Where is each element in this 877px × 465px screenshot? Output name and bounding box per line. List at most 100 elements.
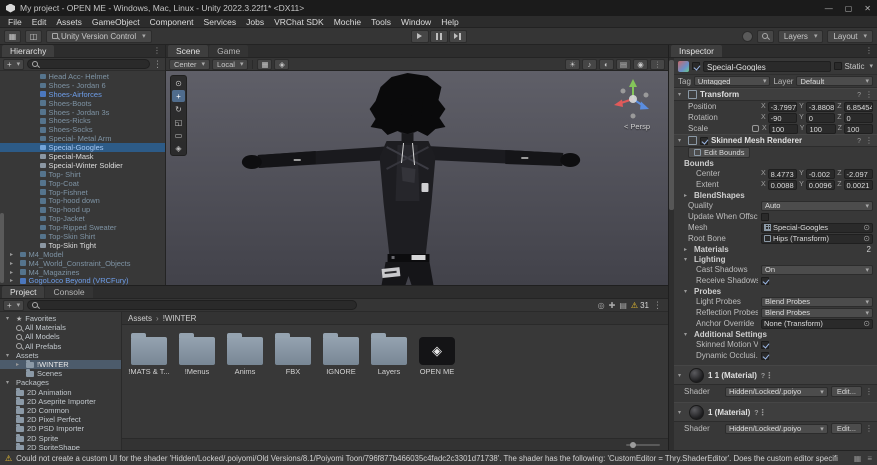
tab-scene[interactable]: Scene bbox=[168, 45, 209, 57]
skinned-motion-checkbox[interactable] bbox=[761, 340, 769, 349]
project-asset[interactable]: FBX bbox=[270, 331, 316, 376]
hierarchy-item[interactable]: M4_Model bbox=[0, 250, 165, 259]
camera-settings-icon[interactable]: ◉ bbox=[633, 58, 648, 70]
packages-header[interactable]: Packages bbox=[0, 378, 121, 387]
component-menu-icon[interactable] bbox=[865, 90, 873, 99]
help-icon[interactable] bbox=[857, 90, 861, 99]
inspector-menu-icon[interactable] bbox=[865, 46, 873, 55]
position-x-field[interactable]: -3.7997 bbox=[767, 101, 798, 112]
hierarchy-item[interactable]: M4_World_Constraint_Objects bbox=[0, 259, 165, 268]
hierarchy-item[interactable]: Top-Skin Shirt bbox=[0, 232, 165, 241]
project-menu-icon[interactable] bbox=[653, 300, 662, 311]
account-avatar[interactable] bbox=[741, 30, 753, 42]
menu-item[interactable]: Jobs bbox=[241, 17, 269, 27]
console-warning-badge[interactable]: ⚠ 31 bbox=[631, 301, 649, 310]
project-asset[interactable]: OPEN ME bbox=[414, 331, 460, 376]
project-asset[interactable]: IGNORE bbox=[318, 331, 364, 376]
additional-settings-foldout[interactable]: Additional Settings bbox=[674, 329, 877, 339]
foldout-icon[interactable] bbox=[684, 288, 691, 295]
view-tool-button[interactable]: ⊙ bbox=[172, 77, 185, 89]
rotation-x-field[interactable]: -90 bbox=[767, 112, 798, 123]
center-y-field[interactable]: -0.002 bbox=[805, 168, 836, 179]
foldout-icon[interactable] bbox=[678, 91, 685, 98]
rect-tool-button[interactable]: ▭ bbox=[172, 129, 185, 141]
hierarchy-item[interactable]: Top-Ripped Sweater bbox=[0, 223, 165, 232]
grid-snapping-icon[interactable]: ▦ bbox=[257, 58, 273, 70]
hierarchy-item[interactable]: Top- Shirt bbox=[0, 170, 165, 179]
project-asset[interactable]: Anims bbox=[222, 331, 268, 376]
reflection-probes-dropdown[interactable]: Blend Probes bbox=[761, 307, 873, 318]
transform-component-header[interactable]: Transform bbox=[674, 88, 877, 101]
gameobject-name-field[interactable]: Special-Googles bbox=[703, 60, 832, 72]
quality-dropdown[interactable]: Auto bbox=[761, 200, 873, 211]
tab-project[interactable]: Project bbox=[2, 286, 45, 298]
favorites-item[interactable]: All Models bbox=[0, 332, 121, 341]
hierarchy-item[interactable]: Top-Fishnet bbox=[0, 188, 165, 197]
expand-arrow-icon[interactable] bbox=[10, 260, 17, 267]
breadcrumb-root[interactable]: Assets bbox=[128, 314, 152, 323]
menu-item[interactable]: VRChat SDK bbox=[269, 17, 329, 27]
hierarchy-item[interactable]: Shoes-Socks bbox=[0, 125, 165, 134]
perspective-label[interactable]: < Persp bbox=[624, 122, 650, 131]
foldout-icon[interactable] bbox=[684, 256, 691, 263]
scene-orientation-gizmo[interactable] bbox=[610, 76, 656, 122]
rotate-tool-button[interactable]: ↻ bbox=[172, 103, 185, 115]
position-z-field[interactable]: 6.85454 bbox=[843, 101, 873, 112]
package-item[interactable]: 2D Pixel Perfect bbox=[0, 415, 121, 424]
package-item[interactable]: 2D Sprite bbox=[0, 433, 121, 443]
transform-tool-button[interactable]: ◈ bbox=[172, 142, 185, 154]
rotation-z-field[interactable]: 0 bbox=[843, 112, 873, 123]
static-checkbox[interactable] bbox=[834, 62, 843, 70]
audio-toggle-icon[interactable]: ♪ bbox=[582, 58, 597, 70]
favorites-header[interactable]: Favorites bbox=[0, 314, 121, 323]
menu-item[interactable]: Component bbox=[145, 17, 199, 27]
move-tool-button[interactable]: + bbox=[172, 90, 185, 102]
breadcrumb-current[interactable]: !WINTER bbox=[163, 314, 197, 323]
shader-menu-icon[interactable] bbox=[865, 387, 873, 396]
expand-arrow-icon[interactable] bbox=[10, 277, 17, 284]
foldout-icon[interactable] bbox=[6, 352, 13, 359]
pivot-dropdown[interactable]: Center bbox=[169, 58, 211, 70]
extent-y-field[interactable]: 0.0096 bbox=[805, 179, 836, 190]
layer-dropdown[interactable]: Default bbox=[796, 76, 874, 86]
menu-item[interactable]: Tools bbox=[366, 17, 396, 27]
package-item[interactable]: 2D PSD Importer bbox=[0, 424, 121, 433]
hierarchy-item[interactable]: Shoes-Ricks bbox=[0, 116, 165, 125]
foldout-icon[interactable] bbox=[678, 409, 685, 416]
component-menu-icon[interactable] bbox=[865, 136, 873, 145]
scale-y-field[interactable]: 100 bbox=[806, 123, 836, 134]
hierarchy-item[interactable]: GogoLoco Beyond (VRCFury) bbox=[0, 276, 165, 285]
receive-shadows-checkbox[interactable] bbox=[761, 276, 769, 285]
object-picker-icon[interactable] bbox=[863, 320, 870, 328]
center-x-field[interactable]: 8.4773 bbox=[767, 168, 798, 179]
favorites-item[interactable]: All Materials bbox=[0, 323, 121, 332]
component-menu-icon[interactable] bbox=[765, 371, 773, 380]
project-asset[interactable]: Layers bbox=[366, 331, 412, 376]
snap-magnet-icon[interactable]: ◈ bbox=[274, 58, 290, 70]
hierarchy-item[interactable]: Top-Skin Tight bbox=[0, 241, 165, 250]
project-asset[interactable]: !MATS & T... bbox=[126, 331, 172, 376]
material-header[interactable]: 1 1 (Material) bbox=[674, 365, 877, 385]
saved-search-icon[interactable]: ▤ bbox=[619, 301, 627, 310]
account-icon[interactable]: ◫ bbox=[25, 29, 42, 43]
pause-button[interactable] bbox=[429, 29, 448, 43]
hierarchy-item[interactable]: Shoes-Airforces bbox=[0, 90, 165, 99]
scale-x-field[interactable]: 100 bbox=[768, 123, 798, 134]
hierarchy-item[interactable]: Shoes-Boots bbox=[0, 99, 165, 108]
menu-item[interactable]: Edit bbox=[27, 17, 52, 27]
package-item[interactable]: 2D SpriteShape bbox=[0, 442, 121, 450]
position-y-field[interactable]: -3.8808 bbox=[805, 101, 836, 112]
uniform-scale-link-icon[interactable] bbox=[752, 125, 759, 132]
tab-hierarchy[interactable]: Hierarchy bbox=[2, 45, 55, 57]
static-dropdown[interactable]: Static bbox=[834, 62, 873, 71]
scale-z-field[interactable]: 100 bbox=[843, 123, 873, 134]
version-control-button[interactable]: Unity Version Control bbox=[46, 29, 152, 43]
menu-item[interactable]: File bbox=[3, 17, 27, 27]
grid-view-icon[interactable]: ▦ bbox=[4, 29, 21, 43]
search-by-label-icon[interactable]: ✚ bbox=[609, 301, 616, 310]
package-item[interactable]: 2D Animation bbox=[0, 387, 121, 397]
menu-item[interactable]: Window bbox=[396, 17, 436, 27]
hierarchy-item[interactable]: Special-Winter Soldier bbox=[0, 161, 165, 170]
layout-dropdown[interactable]: Layout bbox=[827, 29, 873, 43]
search-button[interactable] bbox=[756, 29, 774, 43]
